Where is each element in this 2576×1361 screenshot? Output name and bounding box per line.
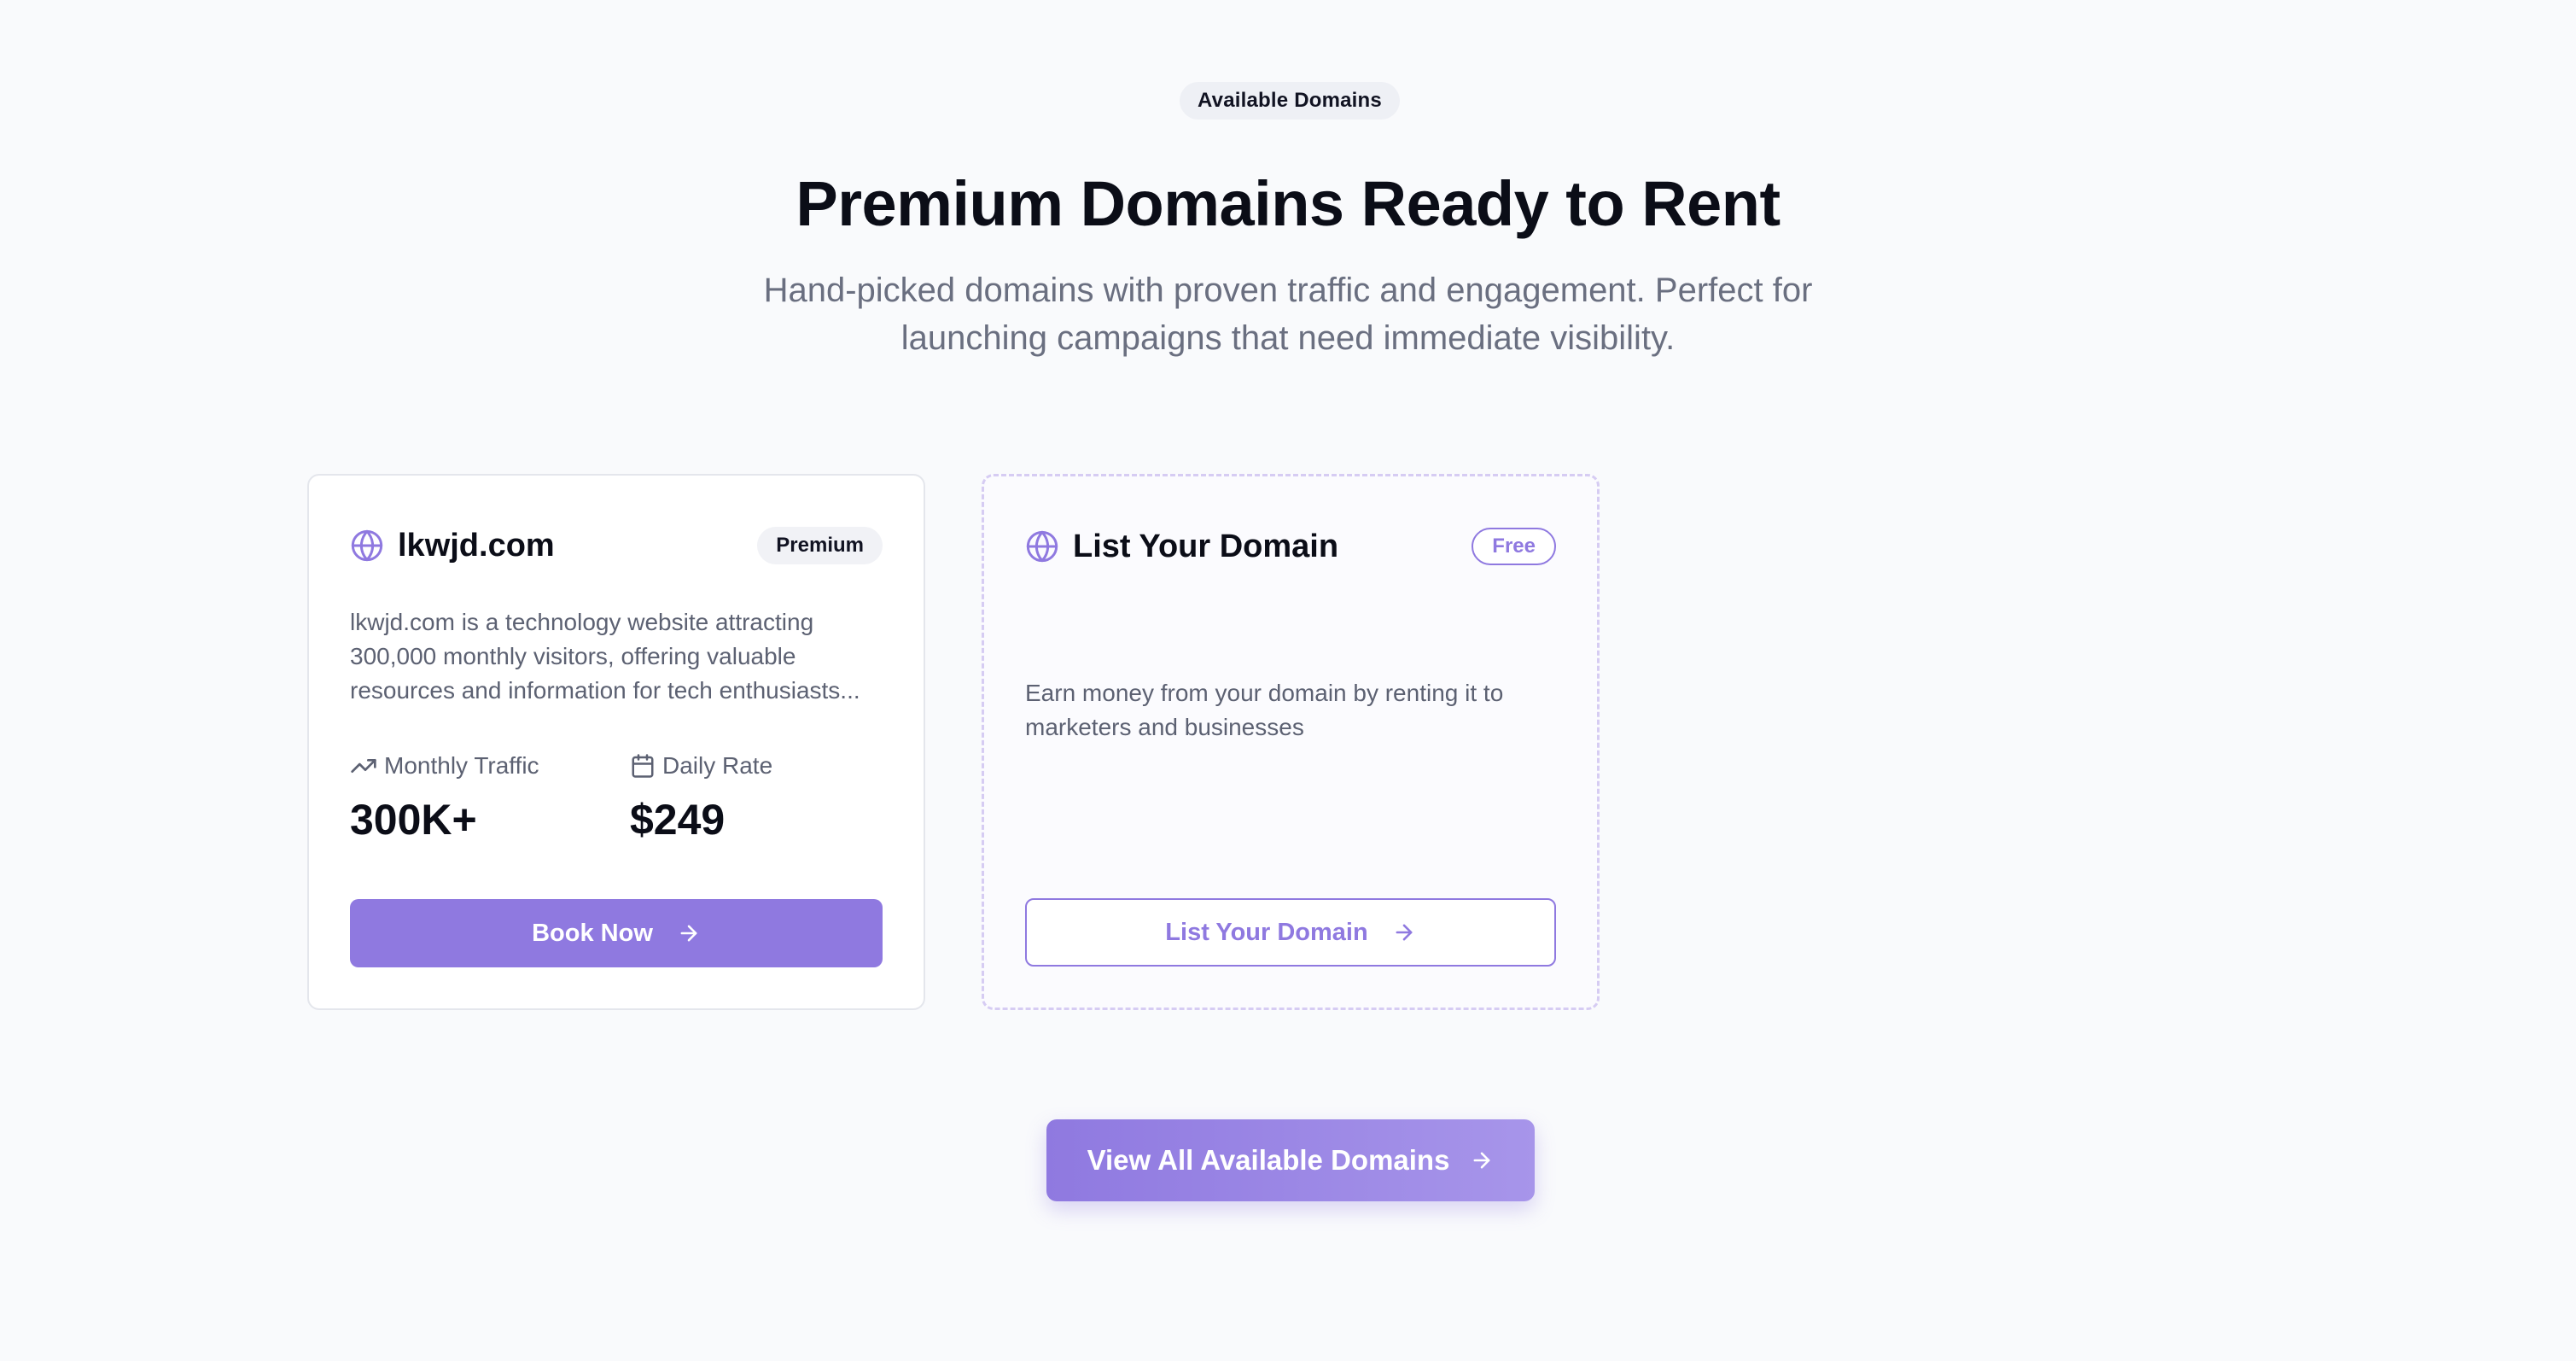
domain-card-header: lkwjd.com Premium — [350, 522, 883, 570]
arrow-right-icon — [1396, 924, 1413, 941]
arrow-right-icon — [1473, 1152, 1490, 1169]
list-domain-card: List Your Domain Free Earn money from yo… — [982, 474, 1600, 1010]
free-badge: Free — [1472, 528, 1556, 565]
section-eyebrow-badge: Available Domains — [1180, 82, 1400, 120]
book-now-button[interactable]: Book Now — [350, 899, 883, 967]
section-subtitle: Hand-picked domains with proven traffic … — [763, 272, 1813, 357]
arrow-right-icon — [680, 925, 697, 942]
daily-rate-label: Daily Rate — [630, 752, 772, 780]
list-card-title: List Your Domain — [1073, 528, 1339, 564]
book-now-label: Book Now — [532, 919, 653, 947]
daily-rate-label-text: Daily Rate — [662, 752, 773, 779]
section-title: Premium Domains Ready to Rent — [796, 168, 1780, 239]
domain-name: lkwjd.com — [398, 527, 555, 564]
premium-badge: Premium — [757, 527, 883, 564]
view-all-domains-label: View All Available Domains — [1087, 1144, 1450, 1176]
domains-section: Available Domains Premium Domains Ready … — [0, 0, 2576, 1361]
globe-icon — [351, 529, 383, 562]
calendar-icon — [632, 754, 654, 778]
domain-description: lkwjd.com is a technology website attrac… — [350, 609, 860, 704]
list-card-description: Earn money from your domain by renting i… — [1025, 680, 1504, 740]
trending-up-icon — [351, 759, 376, 773]
view-all-domains-button[interactable]: View All Available Domains — [1046, 1119, 1535, 1201]
monthly-traffic-value: 300K+ — [350, 796, 477, 844]
daily-rate-value: $249 — [630, 796, 726, 844]
list-your-domain-button[interactable]: List Your Domain — [1025, 898, 1556, 967]
list-your-domain-label: List Your Domain — [1165, 918, 1368, 946]
monthly-traffic-label-text: Monthly Traffic — [384, 752, 539, 779]
globe-icon — [1026, 530, 1058, 563]
monthly-traffic-label: Monthly Traffic — [350, 752, 539, 780]
list-card-header: List Your Domain Free — [1025, 523, 1556, 570]
monthly-traffic-stat: Monthly Traffic 300K+ — [350, 752, 539, 844]
daily-rate-stat: Daily Rate $249 — [630, 752, 772, 844]
domain-card: lkwjd.com Premium lkwjd.com is a technol… — [307, 474, 925, 1010]
